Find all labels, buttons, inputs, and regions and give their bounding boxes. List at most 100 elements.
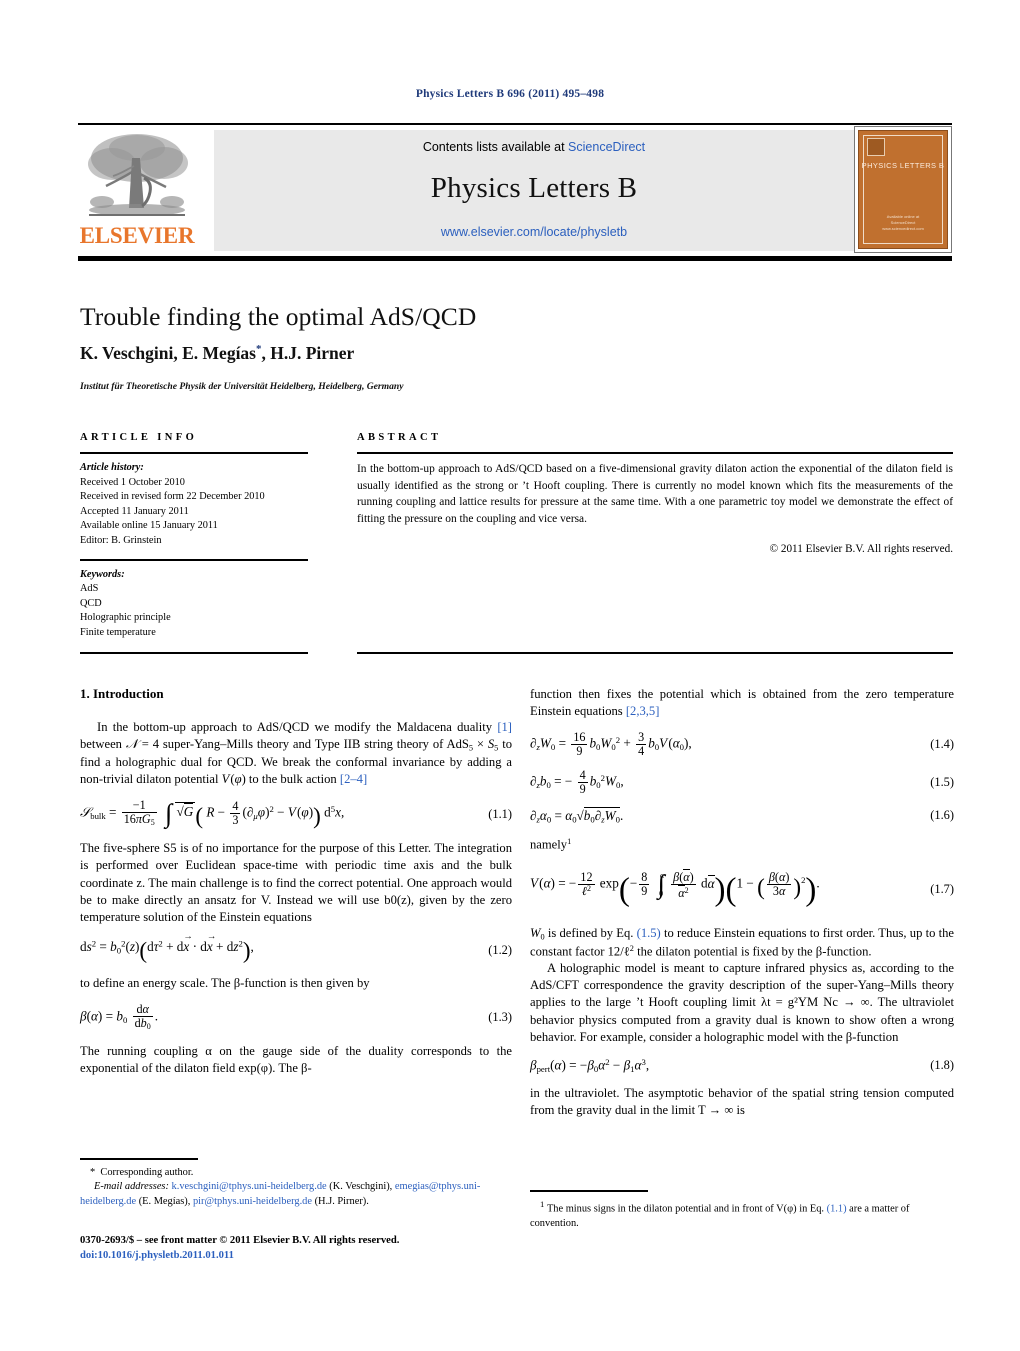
keyword-item: QCD	[80, 597, 102, 609]
paragraph: A holographic model is meant to capture …	[530, 960, 954, 1046]
equation-number: (1.1)	[488, 806, 512, 821]
keywords-block: Keywords: AdS QCD Holographic principle …	[80, 568, 308, 641]
history-item: Received 1 October 2010	[80, 476, 185, 488]
article-info-rule	[80, 452, 308, 454]
masthead-panel: Contents lists available at ScienceDirec…	[214, 130, 854, 251]
equation-link-1-5[interactable]: (1.5)	[637, 926, 661, 940]
paragraph: The running coupling α on the gauge side…	[80, 1043, 512, 1077]
rp2-symbol: W	[530, 926, 541, 941]
abstract-column: ABSTRACT In the bottom-up approach to Ad…	[357, 432, 953, 555]
journal-cover-thumbnail[interactable]: PHYSICS LETTERS B Available online at Sc…	[854, 126, 952, 253]
equation-number: (1.3)	[488, 1009, 512, 1024]
article-info-bottom-rule	[80, 652, 308, 654]
affiliation: Institut für Theoretische Physik der Uni…	[80, 381, 404, 392]
equation-number: (1.6)	[930, 808, 954, 823]
section-heading-introduction: 1. Introduction	[80, 686, 164, 701]
cover-foot-line3: www.sciencedirect.com	[882, 226, 924, 231]
keywords-rule	[80, 558, 308, 561]
body-column-right: function then fixes the potential which …	[530, 686, 954, 1119]
journal-homepage-link[interactable]: www.elsevier.com/locate/physletb	[214, 225, 854, 239]
article-history-label: Article history:	[80, 462, 144, 473]
footnote-1-part-a: The minus signs in the dilaton potential…	[546, 1203, 827, 1215]
email-addresses-label: E-mail addresses:	[94, 1181, 169, 1193]
equation-1-8-body: βpert(α) = −β0α2 − β1α3,	[530, 1056, 650, 1074]
equation-1-5: ∂zb0 = − 4 9 b02W0, (1.5)	[530, 769, 954, 796]
elsevier-wordmark: ELSEVIER	[79, 223, 195, 248]
paragraph: namely1	[530, 836, 954, 853]
footnote-rule	[530, 1190, 648, 1192]
footnote-rule	[80, 1158, 198, 1160]
journal-title: Physics Letters B	[430, 172, 638, 204]
body-column-left: 1. Introduction In the bottom-up approac…	[80, 686, 512, 1077]
imprint-block: 0370-2693/$ – see front matter © 2011 El…	[80, 1233, 520, 1264]
corresponding-author-text: Corresponding author.	[100, 1166, 194, 1178]
masthead-top-rule	[78, 123, 952, 125]
corresponding-author-note: * Corresponding author. E-mail addresses…	[80, 1166, 512, 1210]
running-head: Physics Letters B 696 (2011) 495–498	[415, 88, 605, 100]
email-link-1[interactable]: k.veschgini@tphys.uni-heidelberg.de	[172, 1181, 327, 1192]
paragraph: in the ultraviolet. The asymptotic behav…	[530, 1085, 954, 1119]
elsevier-logo: ELSEVIER	[78, 130, 196, 252]
footnote-ref-1[interactable]: 1	[567, 837, 571, 846]
abstract-text: In the bottom-up approach to AdS/QCD bas…	[357, 463, 953, 525]
equation-1-6-body: ∂zα0 = α0√b0∂zW0.	[530, 807, 624, 825]
footnote-left: * Corresponding author. E-mail addresses…	[80, 1158, 512, 1209]
equation-number: (1.7)	[930, 881, 954, 896]
equation-number: (1.5)	[930, 775, 954, 790]
history-item: Editor: B. Grinstein	[80, 535, 162, 547]
doi-link[interactable]: doi:10.1016/j.physletb.2011.01.011	[80, 1248, 520, 1263]
rp3-text: A holographic model is meant to capture …	[530, 961, 954, 1044]
equation-1-3: β(α) = b0 dα db0. (1.3)	[80, 1003, 512, 1032]
citation-1[interactable]: [1]	[497, 720, 512, 734]
history-item: Received in revised form 22 December 201…	[80, 491, 265, 503]
namely-text: namely	[530, 836, 568, 851]
sciencedirect-link[interactable]: ScienceDirect	[568, 140, 645, 154]
journal-masthead: ELSEVIER Contents lists available at Sci…	[78, 126, 952, 253]
article-info-column: ARTICLE INFO Article history: Received 1…	[80, 432, 308, 641]
footnote-right: 1 The minus signs in the dilaton potenti…	[530, 1190, 954, 1231]
citation-2-3-5[interactable]: [2,3,5]	[626, 704, 660, 718]
footnote-1-text: 1 The minus signs in the dilaton potenti…	[530, 1198, 954, 1232]
history-item: Available online 15 January 2011	[80, 520, 218, 532]
rp2-part-b: is defined by Eq.	[544, 926, 637, 941]
equation-1-5-body: ∂zb0 = − 4 9 b02W0,	[530, 768, 624, 797]
author-list: K. Veschgini, E. Megías*, H.J. Pirner	[80, 343, 840, 364]
equation-1-7: V (α) = −12 ℓ2 exp(− 8 9 ∫ α 0 β(α) α2 dα)(1 −…	[530, 869, 954, 909]
footnote-number: 1	[540, 1198, 545, 1209]
equation-1-7-body: V (α) = −12 ℓ2 exp(− 8 9 ∫ α 0 β(α) α2 dα)(1 −…	[530, 869, 820, 909]
abstract-copyright: © 2011 Elsevier B.V. All rights reserved…	[769, 543, 953, 556]
equation-1-1-body: 𝒮bulk = −1 16πG5 ∫ √G( R − 4 3 (∂μφ)2 − V (…	[80, 798, 345, 829]
p1-part-a: In the bottom-up approach to AdS/QCD we …	[97, 720, 498, 734]
equation-number: (1.2)	[488, 942, 512, 957]
rp1-text: function then fixes the potential which …	[530, 687, 954, 719]
equation-number: (1.8)	[930, 1057, 954, 1072]
rp4-text: in the ultraviolet. The asymptotic behav…	[530, 1085, 954, 1117]
equation-1-4: ∂zW0 = 16 9 b0W02 + 3 4 b0V (α0), (1.4)	[530, 731, 954, 758]
contents-available-line: Contents lists available at ScienceDirec…	[214, 140, 854, 154]
equation-1-4-body: ∂zW0 = 16 9 b0W02 + 3 4 b0V (α0),	[530, 730, 692, 759]
elsevier-tree-icon	[88, 134, 188, 216]
cover-footer: Available online at ScienceDirect www.sc…	[859, 214, 947, 232]
email-owner-3: (H.J. Pirner).	[314, 1195, 369, 1207]
article-info-heading: ARTICLE INFO	[80, 432, 198, 443]
keyword-item: AdS	[80, 583, 99, 595]
equation-1-6: ∂zα0 = α0√b0∂zW0. (1.6)	[530, 807, 954, 825]
cover-artwork: PHYSICS LETTERS B Available online at Sc…	[858, 130, 948, 249]
paragraph: In the bottom-up approach to AdS/QCD we …	[80, 720, 512, 786]
p2-text: The five-sphere S5 is of no importance f…	[80, 841, 512, 924]
equation-link-1-1[interactable]: (1.1)	[827, 1203, 847, 1214]
paper-page: Physics Letters B 696 (2011) 495–498 ELS…	[0, 0, 1020, 1351]
p1-part-b: between	[80, 737, 126, 752]
rp2-part-d: the dilaton potential is fixed by the β-…	[633, 944, 872, 959]
citation-2-4[interactable]: [2–4]	[340, 772, 367, 786]
authors-names: K. Veschgini, E. Megías	[80, 343, 256, 363]
cover-elsevier-mini-icon	[867, 138, 885, 156]
p4-text: The running coupling α on the gauge side…	[80, 1043, 512, 1075]
paragraph: The five-sphere S5 is of no importance f…	[80, 840, 512, 926]
imprint-line: 0370-2693/$ – see front matter © 2011 El…	[80, 1235, 400, 1246]
article-history: Article history: Received 1 October 2010…	[80, 461, 308, 549]
keywords-label: Keywords:	[80, 568, 125, 580]
equation-1-2: ds2 = b02(z)(dτ2 + dx · dx + dz2), (1.2)	[80, 932, 512, 964]
email-link-3[interactable]: pir@tphys.uni-heidelberg.de	[193, 1196, 312, 1207]
keyword-item: Holographic principle	[80, 612, 171, 624]
